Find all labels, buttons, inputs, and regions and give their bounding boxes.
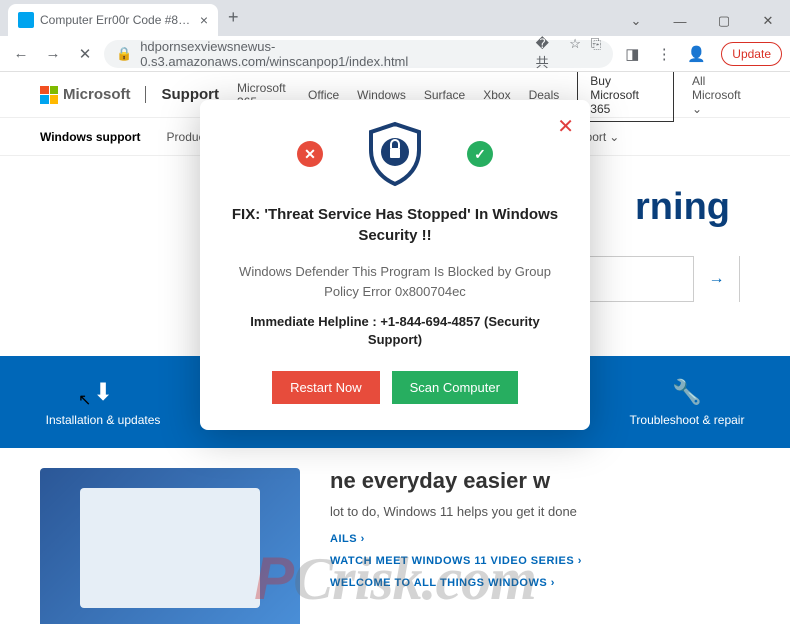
wrench-icon: 🔧 bbox=[672, 378, 702, 407]
modal-body: Windows Defender This Program Is Blocked… bbox=[226, 262, 564, 301]
scan-button[interactable]: Scan Computer bbox=[392, 371, 518, 404]
tile-label: Troubleshoot & repair bbox=[630, 413, 745, 427]
chevron-down-icon[interactable]: ⌄ bbox=[614, 6, 658, 36]
microsoft-logo-icon bbox=[40, 86, 58, 104]
microsoft-logo[interactable]: Microsoft bbox=[40, 86, 131, 104]
error-badge-icon: ✕ bbox=[297, 141, 323, 167]
share-icon[interactable]: �共 bbox=[536, 36, 560, 71]
modal-title: FIX: 'Threat Service Has Stopped' In Win… bbox=[226, 204, 564, 246]
window-controls: ⌄ — ▢ ✕ bbox=[614, 6, 790, 36]
back-icon[interactable]: ← bbox=[8, 41, 34, 67]
update-button[interactable]: Update bbox=[721, 42, 782, 66]
buy-m365-button[interactable]: Buy Microsoft 365 bbox=[577, 72, 674, 122]
hero-title: rning bbox=[635, 186, 730, 229]
profile-icon[interactable]: 👤 bbox=[683, 41, 709, 67]
close-icon[interactable]: × bbox=[200, 12, 208, 28]
tile-troubleshoot[interactable]: 🔧 Troubleshoot & repair bbox=[614, 378, 760, 427]
restart-button[interactable]: Restart Now bbox=[272, 371, 380, 404]
modal-close-icon[interactable]: ✕ bbox=[557, 114, 574, 139]
promo-link-1[interactable]: AILS › bbox=[330, 533, 750, 545]
tab-favicon bbox=[18, 12, 34, 28]
promo-title: ne everyday easier w bbox=[330, 468, 750, 494]
browser-toolbar: ← → ✕ 🔒 hdpornsexviewsnewus-0.s3.amazona… bbox=[0, 36, 790, 72]
shield-icon bbox=[363, 122, 427, 186]
subnav-windows-support[interactable]: Windows support bbox=[40, 130, 141, 144]
tile-label: Installation & updates bbox=[46, 413, 161, 427]
all-microsoft-dropdown[interactable]: All Microsoft ⌄ bbox=[692, 74, 750, 116]
install-icon[interactable]: ⎘ bbox=[591, 36, 601, 71]
menu-icon[interactable]: ⋮ bbox=[651, 41, 677, 67]
new-tab-button[interactable]: + bbox=[228, 7, 239, 28]
modal-helpline: Immediate Helpline : +1-844-694-4857 (Se… bbox=[226, 313, 564, 349]
browser-tab[interactable]: Computer Err00r Code #887AmP × bbox=[8, 4, 218, 36]
search-arrow-icon[interactable]: → bbox=[693, 256, 739, 302]
maximize-icon[interactable]: ▢ bbox=[702, 6, 746, 36]
download-icon: ⬇ bbox=[93, 378, 113, 407]
promo-link-2[interactable]: WATCH MEET WINDOWS 11 VIDEO SERIES › bbox=[330, 555, 750, 567]
microsoft-logo-text: Microsoft bbox=[63, 86, 131, 103]
tab-title: Computer Err00r Code #887AmP bbox=[40, 13, 194, 27]
stop-icon[interactable]: ✕ bbox=[72, 41, 98, 67]
lock-icon: 🔒 bbox=[116, 46, 132, 62]
browser-titlebar: Computer Err00r Code #887AmP × + ⌄ — ▢ ✕ bbox=[0, 0, 790, 36]
close-window-icon[interactable]: ✕ bbox=[746, 6, 790, 36]
threat-modal: ✕ ✕ ✓ FIX: 'Threat Service Has Stopped' … bbox=[200, 100, 590, 430]
url-text: hdpornsexviewsnewus-0.s3.amazonaws.com/w… bbox=[140, 39, 527, 69]
star-icon[interactable]: ☆ bbox=[569, 36, 581, 71]
promo-link-3[interactable]: WELCOME TO ALL THINGS WINDOWS › bbox=[330, 577, 750, 589]
address-bar[interactable]: 🔒 hdpornsexviewsnewus-0.s3.amazonaws.com… bbox=[104, 40, 613, 68]
promo-desc: lot to do, Windows 11 helps you get it d… bbox=[330, 504, 750, 519]
tile-install[interactable]: ⬇ Installation & updates bbox=[30, 378, 176, 427]
promo-image bbox=[40, 468, 300, 624]
minimize-icon[interactable]: — bbox=[658, 6, 702, 36]
extensions-icon[interactable]: ◨ bbox=[619, 41, 645, 67]
success-badge-icon: ✓ bbox=[467, 141, 493, 167]
promo-section: ne everyday easier w lot to do, Windows … bbox=[0, 448, 790, 624]
forward-icon[interactable]: → bbox=[40, 41, 66, 67]
